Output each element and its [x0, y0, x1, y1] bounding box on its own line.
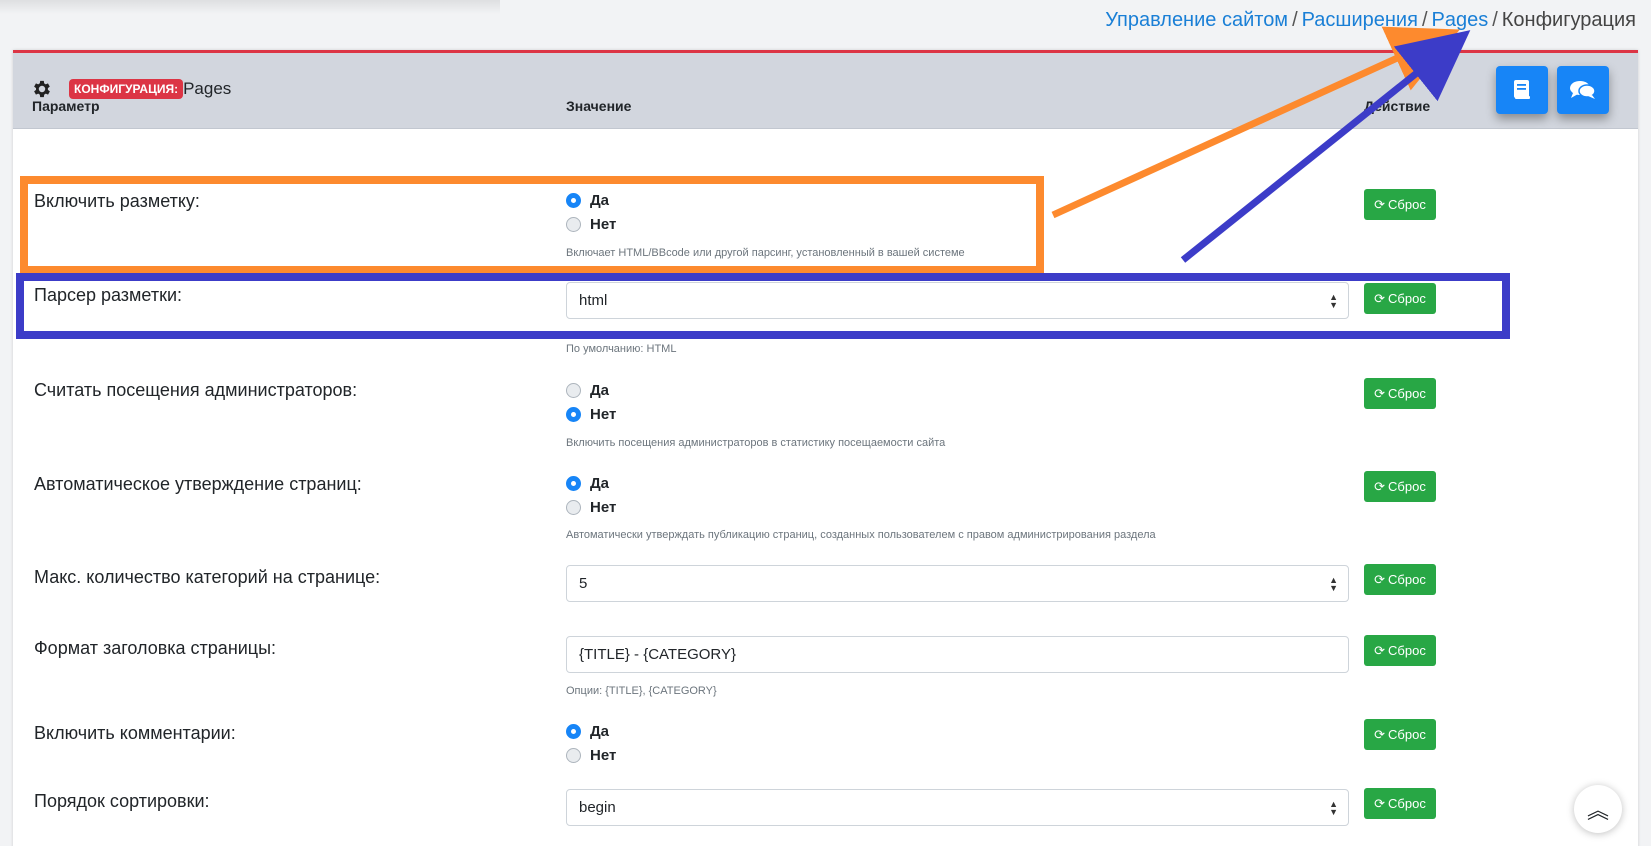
- radio-dot[interactable]: [566, 383, 581, 398]
- column-header-parameter: Параметр: [32, 98, 100, 114]
- row-label-max-categories: Макс. количество категорий на странице:: [34, 567, 381, 587]
- card-title: КОНФИГУРАЦИЯ: Pages: [69, 79, 231, 99]
- breadcrumb: Управление сайтом / Расширения / Pages / Конфи…: [1105, 9, 1636, 32]
- reset-label: Сброс: [1388, 386, 1426, 401]
- select-value: begin: [579, 799, 616, 816]
- radio-label: Нет: [590, 406, 617, 423]
- select-value: html: [579, 292, 608, 309]
- title-format-input[interactable]: {TITLE} - {CATEGORY}: [566, 636, 1349, 673]
- radio-auto-approve-no[interactable]: Нет: [566, 499, 616, 516]
- radio-markup-no[interactable]: Нет: [566, 216, 616, 233]
- refresh-icon: ⟳: [1374, 385, 1386, 401]
- radio-admin-visits-yes[interactable]: Да: [566, 382, 609, 399]
- radio-label: Да: [590, 723, 610, 740]
- reset-button[interactable]: ⟳ Сброс: [1364, 189, 1436, 220]
- row-label-markup-parser: Парсер разметки:: [34, 285, 183, 305]
- select-arrows-icon: ▲ ▼: [1329, 292, 1338, 310]
- reset-label: Сброс: [1388, 796, 1426, 811]
- refresh-icon: ⟳: [1374, 726, 1386, 742]
- breadcrumb-separator: /: [1492, 9, 1498, 31]
- input-value: {TITLE} - {CATEGORY}: [579, 646, 737, 663]
- radio-label: Нет: [590, 747, 617, 764]
- reset-button[interactable]: ⟳ Сброс: [1364, 564, 1436, 595]
- breadcrumb-extensions[interactable]: Расширения: [1302, 9, 1418, 31]
- radio-dot[interactable]: [566, 193, 581, 208]
- book-icon: [1514, 80, 1530, 99]
- row-label-auto-approve: Автоматическое утверждение страниц:: [34, 474, 362, 494]
- support-button[interactable]: [1557, 66, 1609, 114]
- refresh-icon: ⟳: [1374, 795, 1386, 811]
- radio-label: Да: [590, 382, 610, 399]
- radio-dot[interactable]: [566, 407, 581, 422]
- radio-markup-yes[interactable]: Да: [566, 192, 609, 209]
- radio-label: Да: [590, 475, 610, 492]
- reset-label: Сброс: [1388, 479, 1426, 494]
- radio-dot[interactable]: [566, 476, 581, 491]
- help-text: Включает HTML/BBcode или другой парсинг,…: [566, 247, 965, 259]
- help-text: Включить посещения администраторов в ста…: [566, 437, 946, 449]
- column-header-action: Действие: [1364, 98, 1431, 114]
- radio-comments-yes[interactable]: Да: [566, 723, 609, 740]
- reset-button[interactable]: ⟳ Сброс: [1364, 788, 1436, 819]
- help-text: Автоматически утверждать публикацию стра…: [566, 529, 1156, 541]
- select-markup-parser[interactable]: html ▲ ▼: [566, 282, 1349, 319]
- refresh-icon: ⟳: [1374, 642, 1386, 658]
- radio-dot[interactable]: [566, 217, 581, 232]
- reset-label: Сброс: [1388, 643, 1426, 658]
- select-max-categories[interactable]: 5 ▲ ▼: [566, 565, 1349, 602]
- radio-label: Нет: [590, 216, 617, 233]
- config-badge: КОНФИГУРАЦИЯ:: [69, 79, 184, 99]
- refresh-icon: ⟳: [1374, 571, 1386, 587]
- select-arrows-icon: ▲ ▼: [1329, 575, 1338, 593]
- select-sort-order[interactable]: begin ▲ ▼: [566, 789, 1349, 826]
- row-label-sort-order: Порядок сортировки:: [34, 791, 210, 811]
- breadcrumb-pages[interactable]: Pages: [1432, 9, 1489, 31]
- row-label-title-format: Формат заголовка страницы:: [34, 638, 277, 658]
- help-text: По умолчанию: HTML: [566, 343, 677, 355]
- column-header-value: Значение: [566, 98, 632, 114]
- blurred-top-bar: [0, 0, 500, 14]
- row-label-enable-markup: Включить разметку:: [34, 191, 200, 211]
- reset-label: Сброс: [1388, 291, 1426, 306]
- row-label-enable-comments: Включить комментарии:: [34, 723, 236, 743]
- refresh-icon: ⟳: [1374, 290, 1386, 306]
- card-title-text: Pages: [183, 79, 232, 98]
- radio-auto-approve-yes[interactable]: Да: [566, 475, 609, 492]
- help-text: Опции: {TITLE}, {CATEGORY}: [566, 685, 717, 697]
- select-value: 5: [579, 575, 588, 592]
- reset-button[interactable]: ⟳ Сброс: [1364, 635, 1436, 666]
- reset-button[interactable]: ⟳ Сброс: [1364, 378, 1436, 409]
- scroll-to-top-button[interactable]: ︽: [1574, 785, 1622, 833]
- reset-label: Сброс: [1388, 197, 1426, 212]
- select-arrows-icon: ▲ ▼: [1329, 799, 1338, 817]
- radio-dot[interactable]: [566, 748, 581, 763]
- breadcrumb-current: Конфигурация: [1501, 9, 1636, 31]
- row-label-count-admin-visits: Считать посещения администраторов:: [34, 380, 358, 400]
- double-chevron-up-icon: ︽: [1586, 798, 1609, 823]
- radio-dot[interactable]: [566, 724, 581, 739]
- radio-dot[interactable]: [566, 500, 581, 515]
- card-header: КОНФИГУРАЦИЯ: Pages: [13, 53, 1638, 129]
- breadcrumb-site-management[interactable]: Управление сайтом: [1105, 9, 1288, 31]
- radio-label: Нет: [590, 499, 617, 516]
- comments-icon: [1570, 81, 1596, 99]
- radio-label: Да: [590, 192, 610, 209]
- reset-label: Сброс: [1388, 572, 1426, 587]
- refresh-icon: ⟳: [1374, 478, 1386, 494]
- reset-button[interactable]: ⟳ Сброс: [1364, 719, 1436, 750]
- radio-admin-visits-no[interactable]: Нет: [566, 406, 616, 423]
- reset-button[interactable]: ⟳ Сброс: [1364, 283, 1436, 314]
- docs-button[interactable]: [1496, 66, 1548, 114]
- reset-label: Сброс: [1388, 727, 1426, 742]
- refresh-icon: ⟳: [1374, 196, 1386, 212]
- reset-button[interactable]: ⟳ Сброс: [1364, 471, 1436, 502]
- breadcrumb-separator: /: [1421, 9, 1428, 31]
- radio-comments-no[interactable]: Нет: [566, 747, 616, 764]
- breadcrumb-separator: /: [1292, 9, 1298, 31]
- gear-icon: [34, 80, 50, 98]
